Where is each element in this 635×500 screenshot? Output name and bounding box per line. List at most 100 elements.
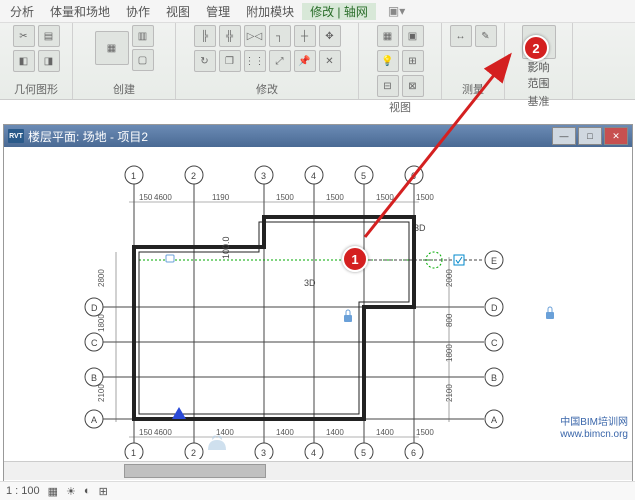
propagate-extents-label: 影响 范围 [528,59,550,91]
grid-horizontal: 3D 3D DD CC BB AA E [85,223,503,428]
maximize-button[interactable]: □ [578,127,602,145]
trim-icon[interactable]: ┐ [269,25,291,47]
create-icon[interactable]: ▦ [95,31,129,65]
svg-text:A: A [491,415,497,425]
annotation-marker-1: 1 [342,246,368,272]
view-icon5[interactable]: ⊠ [402,75,424,97]
svg-text:1: 1 [131,448,136,458]
ribbon-panel-label: 测量 [462,81,484,97]
floor-plan-svg: 11 22 33 44 55 66 3D 3D DD CC BB AA E [4,147,624,459]
ribbon-panel-measure: ↔ ✎ 测量 [442,23,505,99]
svg-text:C: C [491,338,498,348]
move-icon[interactable]: ✥ [319,25,341,47]
view-icon[interactable]: ▦ [377,25,399,47]
document-title: 楼层平面: 场地 - 项目2 [28,128,148,145]
survey-point-icon [172,407,186,419]
status-bar: 1 : 100 ▦ ☀ ◐ ⊞ [0,481,635,500]
menu-manage[interactable]: 管理 [198,3,238,20]
close-button[interactable]: ✕ [604,127,628,145]
copy-icon[interactable]: ❐ [219,50,241,72]
pin-icon[interactable]: 📌 [294,50,316,72]
svg-text:D: D [491,303,498,313]
horizontal-scrollbar[interactable] [4,461,632,480]
svg-text:D: D [91,303,98,313]
svg-text:3: 3 [261,448,266,458]
status-icon[interactable]: ▦ [48,485,58,498]
menu-addins[interactable]: 附加模块 [238,3,302,20]
split-icon[interactable]: ┼ [294,25,316,47]
view-icon2[interactable]: ▣ [402,25,424,47]
rotate-icon[interactable]: ↻ [194,50,216,72]
menu-collab[interactable]: 协作 [118,3,158,20]
dims-right: 2000 800 1800 2100 [445,257,454,422]
drawing-canvas[interactable]: 11 22 33 44 55 66 3D 3D DD CC BB AA E [4,147,632,461]
svg-text:6: 6 [411,171,416,181]
svg-text:3D: 3D [304,278,316,288]
ribbon-panel-view: ▦ ▣ 💡 ⊞ ⊟ ⊠ 视图 [359,23,442,99]
svg-text:800: 800 [445,313,454,327]
view-icon3[interactable]: ⊞ [402,50,424,72]
svg-text:100.0: 100.0 [221,236,231,259]
status-icon[interactable]: ⊞ [99,485,108,498]
svg-text:4600: 4600 [154,428,172,437]
svg-text:1500: 1500 [376,193,394,202]
svg-text:2100: 2100 [97,384,106,402]
measure-icon[interactable]: ↔ [450,25,472,47]
ribbon: ✂ ▤ ◧ ◨ 几何图形 ▦ ▥ ▢ 创建 ╠ ╬ ▷◁ ┐ ┼ ✥ ↻ ❐ ⋮… [0,23,635,100]
ribbon-panel-label: 修改 [256,81,278,97]
svg-text:1500: 1500 [276,193,294,202]
svg-text:1400: 1400 [326,428,344,437]
geom-icon[interactable]: ◧ [13,50,35,72]
geom-join-icon[interactable]: ▤ [38,25,60,47]
offset-icon[interactable]: ╬ [219,25,241,47]
menu-bar: 分析 体量和场地 协作 视图 管理 附加模块 修改 | 轴网 ▣▾ [0,0,635,23]
ribbon-panel-geometry: ✂ ▤ ◧ ◨ 几何图形 [0,23,73,99]
menu-analysis[interactable]: 分析 [2,3,42,20]
svg-text:5: 5 [361,448,366,458]
geom-icon2[interactable]: ◨ [38,50,60,72]
svg-text:150: 150 [139,193,153,202]
mirror-icon[interactable]: ▷◁ [244,25,266,47]
align-icon[interactable]: ╠ [194,25,216,47]
svg-text:5: 5 [361,171,366,181]
view-icon4[interactable]: ⊟ [377,75,399,97]
lamp-icon[interactable]: 💡 [377,50,399,72]
svg-text:1400: 1400 [376,428,394,437]
cut-icon[interactable]: ✂ [13,25,35,47]
measure-icon2[interactable]: ✎ [475,25,497,47]
dims-bottom: 150 4600 1400 1400 1400 1400 1500 [129,428,434,437]
menu-view[interactable]: 视图 [158,3,198,20]
ribbon-panel-label: 创建 [113,81,135,97]
svg-text:B: B [91,373,97,383]
building-wall [134,217,414,419]
svg-text:150: 150 [139,428,153,437]
status-icon[interactable]: ◐ [84,485,91,497]
minimize-button[interactable]: — [552,127,576,145]
array-icon[interactable]: ⋮⋮ [244,50,266,72]
svg-text:2000: 2000 [445,269,454,287]
svg-text:1500: 1500 [416,193,434,202]
svg-text:E: E [491,256,497,266]
scale-value[interactable]: 1 : 100 [6,485,40,497]
menu-modify-grid[interactable]: 修改 | 轴网 [302,3,376,20]
create-icon3[interactable]: ▢ [132,49,154,71]
scale-icon[interactable]: ⤢ [269,50,291,72]
status-icon[interactable]: ☀ [66,485,76,498]
annotation-marker-2: 2 [523,35,549,61]
menu-massing[interactable]: 体量和场地 [42,3,118,20]
svg-text:B: B [491,373,497,383]
document-window: RVT 楼层平面: 场地 - 项目2 — □ ✕ 11 22 33 44 55 … [3,124,633,484]
delete-icon[interactable]: ✕ [319,50,341,72]
svg-text:C: C [91,338,98,348]
ribbon-panel-label: 基准 [528,93,550,109]
rvt-icon: RVT [8,129,24,143]
svg-text:2: 2 [191,171,196,181]
svg-text:4: 4 [311,171,316,181]
credit-text: 中国BIM培训网www.bimcn.org [560,417,628,441]
svg-text:3: 3 [261,171,266,181]
create-icon2[interactable]: ▥ [132,25,154,47]
svg-text:1500: 1500 [326,193,344,202]
menu-overflow-icon[interactable]: ▣▾ [380,4,413,18]
document-titlebar[interactable]: RVT 楼层平面: 场地 - 项目2 — □ ✕ [4,125,632,147]
dims-top: 150 4600 1190 1500 1500 1500 1500 [129,193,434,202]
